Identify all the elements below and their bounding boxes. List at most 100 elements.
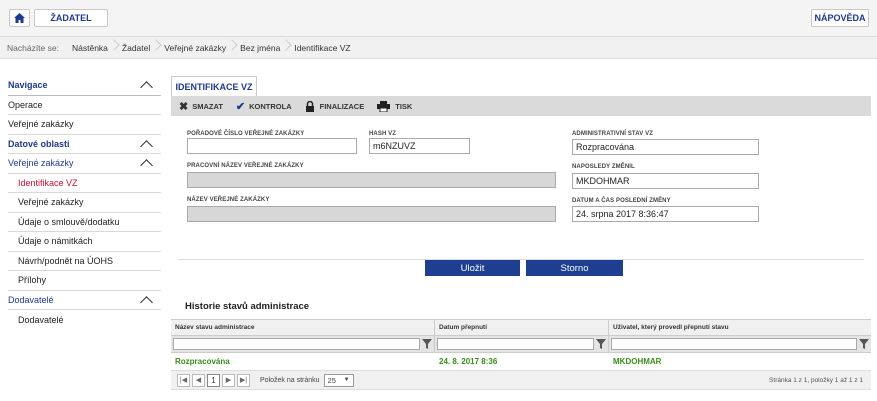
sidebar-item-udaje-o-smlouve[interactable]: Údaje o smlouvě/dodatku [8,213,161,232]
per-page-value: 25 [327,375,336,385]
first-page-button[interactable]: |◀ [177,373,190,387]
sidebar-item-label: Identifikace VZ [18,177,78,188]
check-label: KONTROLA [249,101,292,111]
pracovni-nazev-input[interactable] [187,172,556,188]
breadcrumb: Nacházíte se: Nástěnka Žadatel Veřejné z… [0,36,877,59]
toolbar: ✖ SMAZAT ✔ KONTROLA FINALIZACE TISK [171,96,871,116]
sidebar-group-verejne-zakazky[interactable]: Veřejné zakázky [8,154,161,174]
sidebar-item-label: Operace [8,99,43,110]
printer-icon [377,100,391,112]
filter-icon[interactable] [859,339,869,349]
sidebar-item-label: Veřejné zakázky [8,119,74,130]
sidebar-section-navigace[interactable]: Navigace [8,76,161,96]
chevron-up-icon[interactable] [140,81,153,95]
grid-pager: |◀ ◀ 1 ▶ ▶| Položek na stránku 25 ▼ Strá… [171,370,871,390]
table-row[interactable]: Rozpracována 24. 8. 2017 8:36 MKDOHMAR [171,353,871,370]
sidebar-group-dodavatele[interactable]: Dodavatelé [8,291,161,310]
datum-zmeny-input[interactable]: 24. srpna 2017 8:36:47 [572,206,759,222]
sidebar-item-udaje-o-namitkach[interactable]: Údaje o námitkách [8,232,161,252]
sidebar-item-label: Návrh/podnět na ÚOHS [18,255,114,266]
cancel-button[interactable]: Storno [526,260,623,276]
breadcrumb-item-current: Identifikace VZ [294,42,351,53]
sidebar-section-datove-oblasti[interactable]: Datové oblasti [8,135,161,154]
pager-info: Stránka 1 z 1, položky 1 až 1 z 1 [769,377,863,384]
pracovni-nazev-label: PRACOVNÍ NÁZEV VEŘEJNÉ ZAKÁZKY [187,163,304,169]
dropdown-icon: ▼ [343,377,350,383]
naposledy-zmenil-input[interactable]: MKDOHMAR [572,173,759,189]
breadcrumb-item[interactable]: Nástěnka [65,43,115,53]
user-role-button[interactable]: ŽADATEL [34,9,108,27]
naposledy-zmenil-label: NAPOSLEDY ZMĚNIL [572,164,635,170]
finalize-button[interactable]: FINALIZACE [305,100,365,112]
home-button[interactable] [9,9,30,27]
filter-input[interactable] [437,338,594,350]
sidebar-item-dodavatele[interactable]: Dodavatelé [8,310,161,330]
breadcrumb-prefix: Nacházíte se: [7,42,59,53]
help-button[interactable]: NÁPOVĚDA [811,9,869,27]
breadcrumb-item[interactable]: Bez jména [233,43,287,53]
sidebar-item-label: Údaje o námitkách [18,236,93,247]
per-page-select[interactable]: 25 ▼ [323,373,354,387]
chevron-up-icon[interactable] [140,159,153,173]
nazev-vz-label: NÁZEV VEŘEJNÉ ZAKÁZKY [187,197,270,203]
top-bar: ŽADATEL NÁPOVĚDA [0,0,877,36]
sidebar-group-label: Veřejné zakázky [8,158,74,169]
grid-header: Název stavu administrace Datum přepnutí … [171,319,871,336]
grid-filter-row [171,336,871,353]
sidebar-section-label: Datové oblasti [8,138,70,149]
table-cell: MKDOHMAR [613,357,662,366]
tab-identifikace-vz[interactable]: IDENTIFIKACE VZ [171,76,257,96]
filter-icon[interactable] [422,339,432,349]
admin-stav-label: ADMINISTRATIVNÍ STAV VZ [572,131,653,137]
hash-label: HASH VZ [369,131,397,137]
filter-input[interactable] [611,338,857,350]
print-button[interactable]: TISK [377,100,413,112]
sidebar-item-label: Přílohy [18,275,47,286]
lock-icon [305,100,314,112]
column-header[interactable]: Uživatel, který provedl přepnutí stavu [609,320,871,335]
prev-page-button[interactable]: ◀ [192,373,205,387]
divider [178,259,864,260]
filter-input[interactable] [173,338,420,350]
sidebar-item-label: Údaje o smlouvě/dodatku [18,216,120,227]
current-page[interactable]: 1 [207,373,220,387]
identification-form: POŘADOVÉ ČÍSLO VEŘEJNÉ ZAKÁZKY HASH VZ m… [171,116,871,258]
history-title: Historie stavů administrace [185,301,310,312]
home-icon [14,13,25,23]
history-grid: Název stavu administrace Datum přepnutí … [171,319,871,390]
table-cell: Rozpracována [175,357,230,366]
filter-icon[interactable] [596,339,606,349]
hash-input[interactable]: m6NZUVZ [369,138,470,154]
sidebar-group-label: Dodavatelé [8,294,54,305]
breadcrumb-item[interactable]: Žadatel [115,43,157,53]
column-header[interactable]: Název stavu administrace [171,320,435,335]
save-button[interactable]: Uložit [425,260,520,276]
datum-zmeny-label: DATUM A ČAS POSLEDNÍ ZMĚNY [572,198,671,204]
delete-label: SMAZAT [192,101,223,111]
sidebar-item-verejne-zakazky-sub[interactable]: Veřejné zakázky [8,193,161,213]
print-label: TISK [395,101,413,111]
delete-button[interactable]: ✖ SMAZAT [179,100,223,113]
last-page-button[interactable]: ▶| [237,373,250,387]
sidebar-item-identifikace-vz[interactable]: Identifikace VZ [8,174,161,193]
finalize-label: FINALIZACE [319,101,365,111]
sidebar-nav: Navigace Operace Veřejné zakázky Datové … [8,76,161,330]
sidebar-item-operace[interactable]: Operace [8,96,161,115]
close-icon: ✖ [179,100,189,113]
chevron-up-icon[interactable] [140,295,153,309]
breadcrumb-item[interactable]: Veřejné zakázky [157,43,233,53]
per-page-label: Položek na stránku [260,376,320,384]
sidebar-item-verejne-zakazky[interactable]: Veřejné zakázky [8,115,161,135]
nazev-vz-input[interactable] [187,206,556,222]
poradove-cislo-input[interactable] [187,138,357,154]
chevron-up-icon[interactable] [140,139,153,153]
admin-stav-input[interactable]: Rozpracována [572,139,759,155]
sidebar-item-prilohy[interactable]: Přílohy [8,271,161,291]
poradove-cislo-label: POŘADOVÉ ČÍSLO VEŘEJNÉ ZAKÁZKY [187,131,305,137]
column-header[interactable]: Datum přepnutí [435,320,609,335]
check-button[interactable]: ✔ KONTROLA [236,100,292,113]
next-page-button[interactable]: ▶ [222,373,235,387]
sidebar-section-label: Navigace [8,80,48,91]
sidebar-item-navrh-podnet[interactable]: Návrh/podnět na ÚOHS [8,252,161,271]
table-cell: 24. 8. 2017 8:36 [439,357,498,366]
